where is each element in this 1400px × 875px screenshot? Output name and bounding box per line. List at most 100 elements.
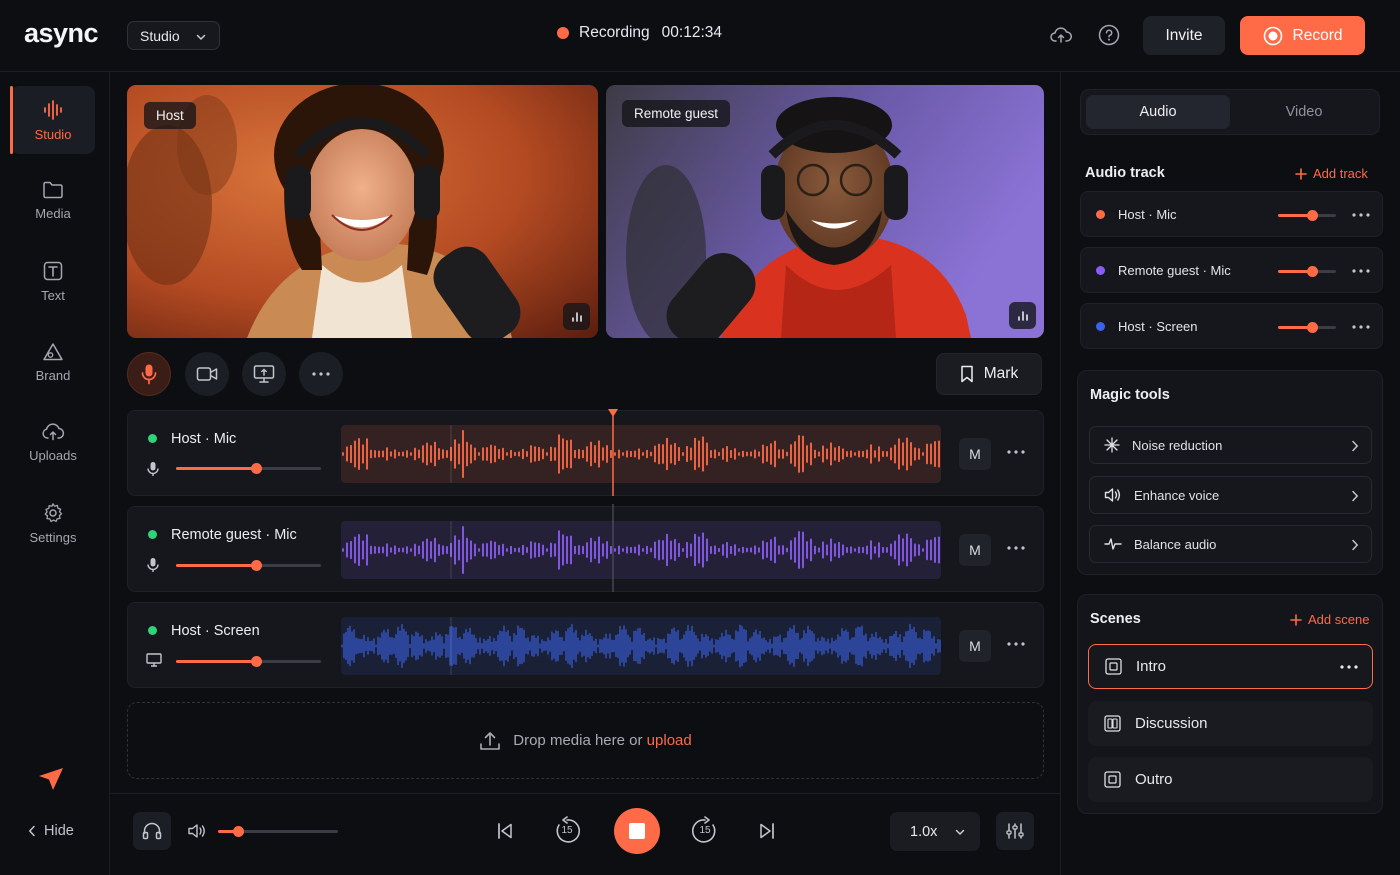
brand-icon bbox=[43, 342, 63, 360]
chevron-left-icon bbox=[28, 825, 35, 837]
balance-audio-button[interactable]: Balance audio bbox=[1089, 525, 1372, 563]
track-waveform[interactable] bbox=[341, 521, 941, 579]
invite-button[interactable]: Invite bbox=[1143, 16, 1225, 55]
add-track-button[interactable]: Add track bbox=[1295, 166, 1368, 181]
upload-link[interactable]: upload bbox=[647, 732, 692, 749]
scene-outro[interactable]: Outro bbox=[1088, 757, 1373, 802]
host-video-image bbox=[127, 85, 598, 338]
cloud-sync-button[interactable] bbox=[1048, 22, 1074, 48]
sidebar-item-text[interactable]: Text bbox=[11, 247, 95, 315]
record-icon bbox=[1263, 26, 1282, 45]
track-volume-knob[interactable] bbox=[250, 463, 262, 474]
bookmark-icon bbox=[961, 365, 973, 383]
workspace-select[interactable]: Studio bbox=[127, 21, 220, 50]
rewind-button[interactable]: 15 bbox=[552, 816, 582, 846]
track-color-dot bbox=[1096, 210, 1105, 219]
track-volume-slider[interactable] bbox=[176, 560, 321, 571]
more-controls-button[interactable] bbox=[299, 352, 343, 396]
timeline-track[interactable]: Host · Mic M bbox=[127, 410, 1044, 496]
track-volume-knob[interactable] bbox=[250, 560, 262, 571]
more-horizontal-icon[interactable] bbox=[1340, 665, 1358, 669]
audio-track-row[interactable]: Remote guest · Mic bbox=[1080, 247, 1383, 293]
more-horizontal-icon[interactable] bbox=[1352, 213, 1370, 217]
tab-video[interactable]: Video bbox=[1232, 95, 1376, 129]
host-video-tile[interactable] bbox=[127, 85, 598, 338]
timeline-track[interactable]: Remote guest · Mic M bbox=[127, 506, 1044, 592]
screen-share-button[interactable] bbox=[242, 352, 286, 396]
chevron-right-icon bbox=[1352, 490, 1359, 502]
more-horizontal-icon[interactable] bbox=[1352, 269, 1370, 273]
help-button[interactable] bbox=[1096, 22, 1122, 48]
speaker-icon bbox=[1104, 488, 1121, 502]
tab-audio[interactable]: Audio bbox=[1086, 95, 1230, 129]
sidebar-item-label: Studio bbox=[34, 126, 72, 142]
track-name: Remote guest · Mic bbox=[171, 527, 297, 543]
scene-label: Outro bbox=[1135, 771, 1173, 788]
hide-sidebar-button[interactable]: Hide bbox=[28, 823, 74, 839]
microphone-icon bbox=[147, 558, 159, 572]
audio-track-volume-knob[interactable] bbox=[1306, 322, 1318, 333]
app-logo: async bbox=[24, 18, 99, 48]
sidebar-item-brand[interactable]: Brand bbox=[11, 328, 95, 396]
media-dropzone[interactable]: Drop media here or upload bbox=[127, 702, 1044, 779]
upload-icon bbox=[480, 731, 501, 750]
scene-intro[interactable]: Intro bbox=[1088, 644, 1373, 689]
mixer-settings-button[interactable] bbox=[996, 812, 1034, 850]
sidebar-item-uploads[interactable]: Uploads bbox=[11, 408, 95, 476]
mute-button[interactable]: M bbox=[959, 630, 991, 662]
track-waveform[interactable] bbox=[341, 425, 941, 483]
playhead[interactable] bbox=[607, 408, 619, 594]
track-volume-knob[interactable] bbox=[250, 656, 262, 667]
mic-toggle-button[interactable] bbox=[127, 352, 171, 396]
audio-track-volume-slider[interactable] bbox=[1278, 210, 1336, 221]
mute-button[interactable]: M bbox=[959, 438, 991, 470]
screen-share-icon bbox=[253, 365, 275, 383]
audio-track-volume-knob[interactable] bbox=[1306, 266, 1318, 277]
sliders-icon bbox=[1006, 823, 1024, 839]
volume-icon[interactable] bbox=[187, 823, 207, 839]
skip-to-end-icon[interactable] bbox=[757, 821, 777, 841]
forward-button[interactable]: 15 bbox=[690, 816, 720, 846]
guest-audio-meter[interactable] bbox=[1009, 302, 1036, 329]
noise-reduction-button[interactable]: Noise reduction bbox=[1089, 426, 1372, 464]
more-horizontal-icon[interactable] bbox=[1352, 325, 1370, 329]
skip-to-start-icon[interactable] bbox=[495, 821, 515, 841]
audio-track-row[interactable]: Host · Mic bbox=[1080, 191, 1383, 237]
playback-speed-select[interactable]: 1.0x bbox=[890, 812, 980, 851]
sidebar-item-media[interactable]: Media bbox=[11, 166, 95, 234]
recording-dot-icon bbox=[557, 27, 569, 39]
chevron-down-icon bbox=[955, 829, 965, 836]
add-scene-button[interactable]: Add scene bbox=[1290, 612, 1369, 627]
track-waveform[interactable] bbox=[341, 617, 941, 675]
microphone-icon bbox=[141, 364, 157, 385]
audio-track-volume-slider[interactable] bbox=[1278, 322, 1336, 333]
sidebar-item-settings[interactable]: Settings bbox=[11, 489, 95, 557]
workspace-select-label: Studio bbox=[140, 27, 180, 44]
stop-button[interactable] bbox=[614, 808, 660, 854]
audio-track-row[interactable]: Host · Screen bbox=[1080, 303, 1383, 349]
scene-discussion[interactable]: Discussion bbox=[1088, 701, 1373, 746]
record-button[interactable]: Record bbox=[1240, 16, 1365, 55]
mute-button[interactable]: M bbox=[959, 534, 991, 566]
headphones-button[interactable] bbox=[133, 812, 171, 850]
audio-track-volume-slider[interactable] bbox=[1278, 266, 1336, 277]
timeline-track[interactable]: Host · Screen M bbox=[127, 602, 1044, 688]
track-more-button[interactable] bbox=[1007, 438, 1025, 459]
mark-button[interactable]: Mark bbox=[936, 353, 1042, 395]
track-volume-slider[interactable] bbox=[176, 463, 321, 474]
scene-label: Discussion bbox=[1135, 715, 1208, 732]
camera-toggle-button[interactable] bbox=[185, 352, 229, 396]
cloud-upload-icon bbox=[1050, 27, 1072, 43]
track-more-button[interactable] bbox=[1007, 630, 1025, 651]
track-volume-slider[interactable] bbox=[176, 656, 321, 667]
send-icon[interactable] bbox=[37, 766, 65, 792]
sidebar-item-studio[interactable]: Studio bbox=[10, 86, 95, 154]
scene-icon bbox=[1104, 771, 1121, 788]
host-audio-meter[interactable] bbox=[563, 303, 590, 330]
master-volume-slider[interactable] bbox=[218, 826, 338, 837]
enhance-voice-button[interactable]: Enhance voice bbox=[1089, 476, 1372, 514]
sparkle-icon bbox=[1104, 437, 1120, 453]
scene-label: Intro bbox=[1136, 658, 1167, 675]
audio-track-volume-knob[interactable] bbox=[1306, 210, 1318, 221]
track-more-button[interactable] bbox=[1007, 534, 1025, 555]
